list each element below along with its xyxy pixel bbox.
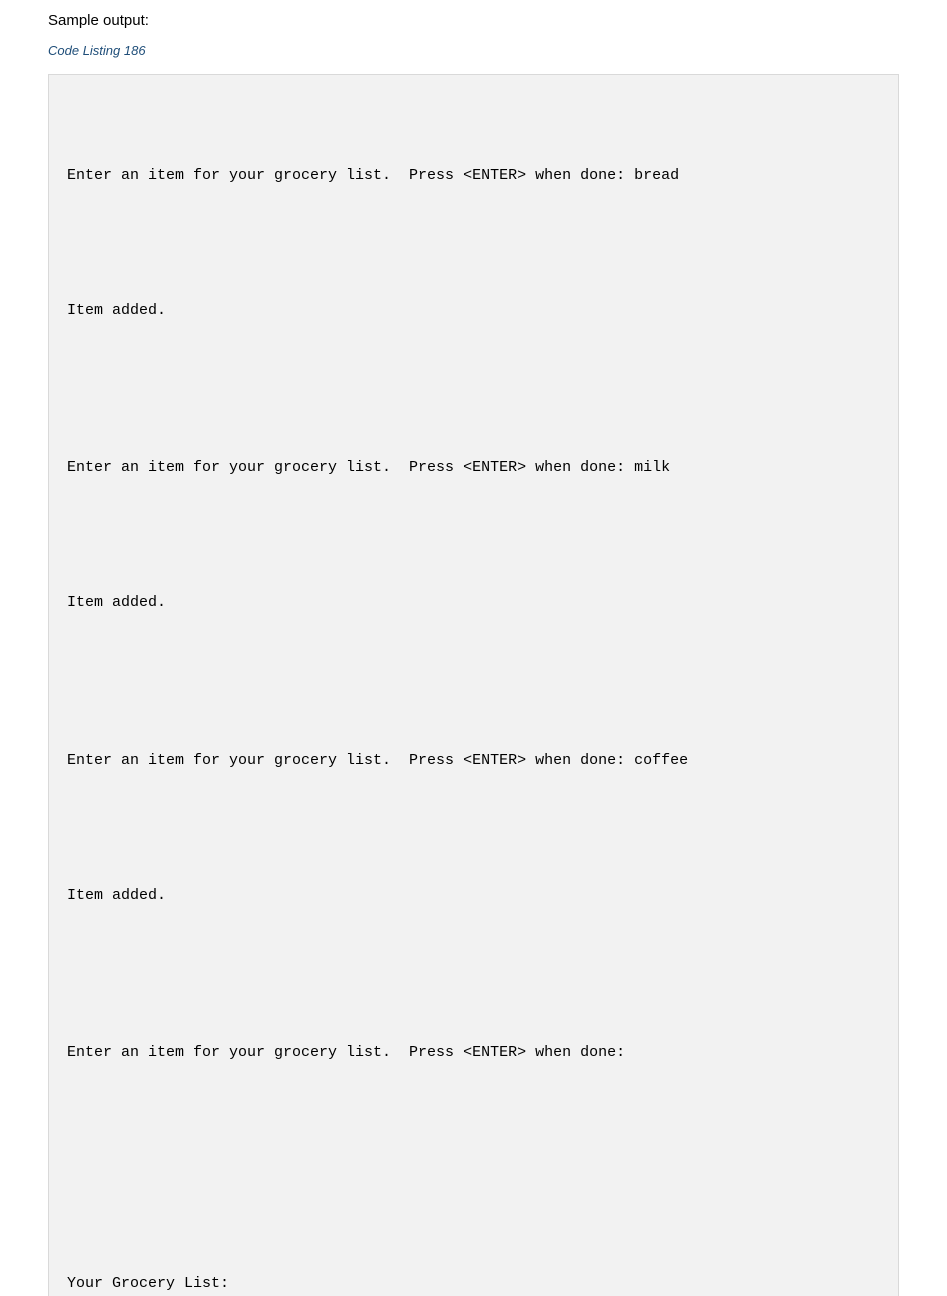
user-input: coffee (634, 752, 688, 769)
user-input: milk (634, 459, 670, 476)
blank-line (67, 1177, 880, 1200)
prompt-text: Enter an item for your grocery list. Pre… (67, 752, 625, 769)
console-line: Enter an item for your grocery list. Pre… (67, 1042, 880, 1065)
sample-output-label: Sample output: (48, 12, 899, 29)
blank-line (67, 660, 880, 683)
console-line: Item added. (67, 885, 880, 908)
prompt-text: Enter an item for your grocery list. Pre… (67, 1044, 625, 1061)
console-line: Enter an item for your grocery list. Pre… (67, 750, 880, 773)
console-line: Item added. (67, 300, 880, 323)
blank-line (67, 1110, 880, 1133)
blank-line (67, 817, 880, 840)
blank-line (67, 952, 880, 975)
console-line: Item added. (67, 592, 880, 615)
blank-line (67, 525, 880, 548)
console-line: Enter an item for your grocery list. Pre… (67, 165, 880, 188)
user-input: bread (634, 167, 679, 184)
blank-line (67, 367, 880, 390)
prompt-text: Enter an item for your grocery list. Pre… (67, 459, 625, 476)
console-line: Enter an item for your grocery list. Pre… (67, 457, 880, 480)
grocery-list-heading: Your Grocery List: (67, 1273, 880, 1296)
code-listing-caption: Code Listing 186 (48, 43, 899, 58)
code-output-block: Enter an item for your grocery list. Pre… (48, 74, 899, 1296)
prompt-text: Enter an item for your grocery list. Pre… (67, 167, 625, 184)
blank-line (67, 232, 880, 255)
